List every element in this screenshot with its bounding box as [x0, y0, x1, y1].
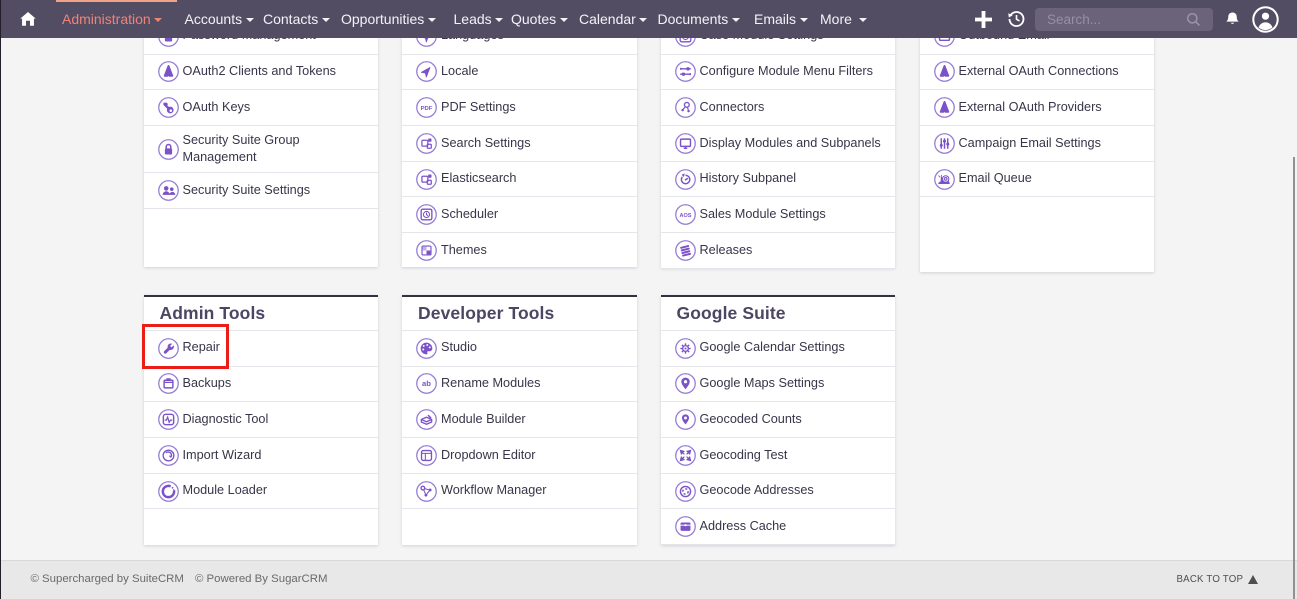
svg-text:AOS: AOS [679, 213, 691, 219]
svg-text:ab: ab [422, 380, 431, 389]
svg-text:PDF: PDF [421, 106, 433, 112]
